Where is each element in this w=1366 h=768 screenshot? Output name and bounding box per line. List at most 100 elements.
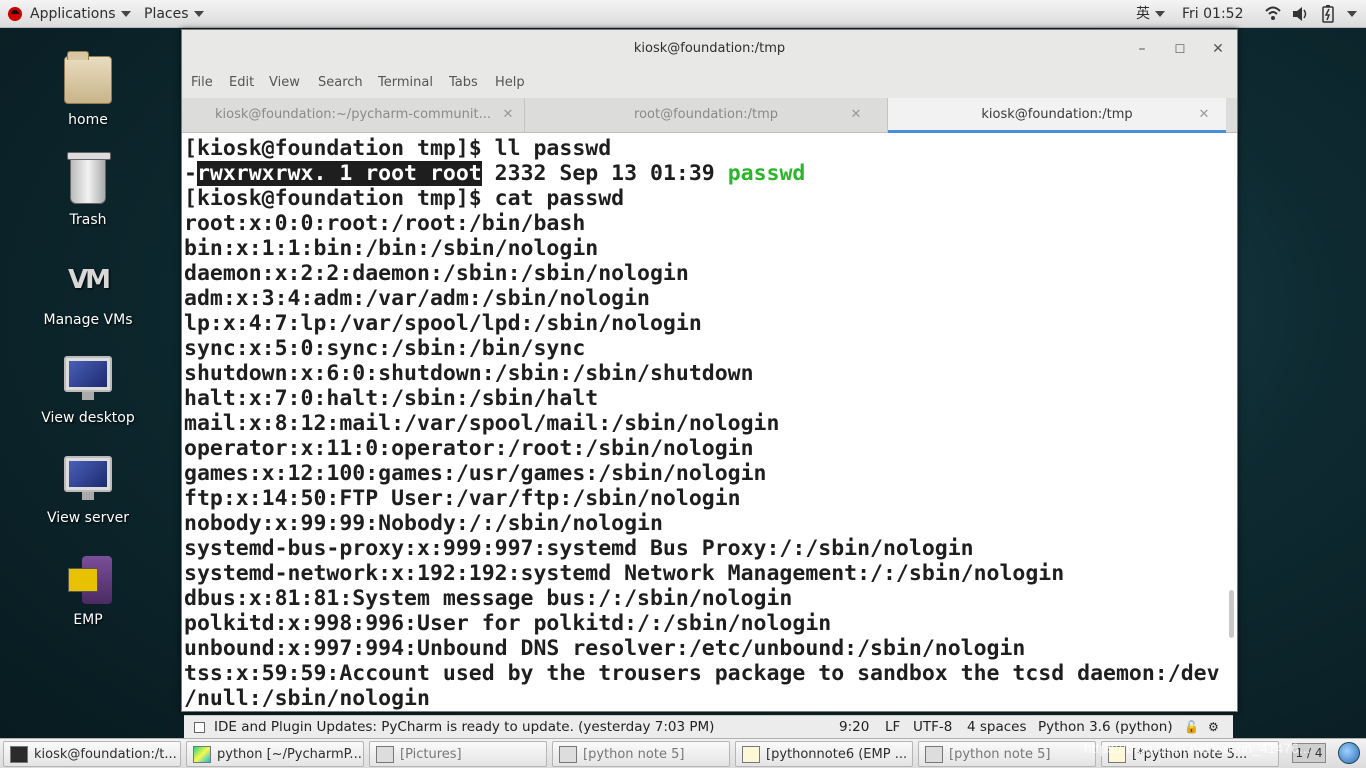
task-python-note-5[interactable]: [python note 5] [552,741,730,767]
desktop-icon-label: Trash [69,212,107,228]
volume-icon[interactable] [1292,0,1308,28]
task-pictures[interactable]: [Pictures] [369,741,547,767]
tab-close-icon[interactable]: ✕ [1195,98,1213,133]
terminal-line: root:x:0:0:root:/root:/bin/bash [184,211,586,236]
monitor-icon [64,456,112,500]
places-menu[interactable]: Places [144,0,204,28]
terminal-line: -rwxrwxrwx. 1 root root 2332 Sep 13 01:3… [184,161,1227,186]
menu-tabs[interactable]: Tabs [449,68,478,98]
cursor-position[interactable]: 9:20 [839,716,869,739]
desktop-icon-label: View server [47,510,129,526]
task-label: python [~/PycharmP... [217,747,362,762]
task-python-note-5b[interactable]: [python note 5] [918,741,1096,767]
input-method-label: 英 [1136,6,1150,22]
terminal-output[interactable]: [kiosk@foundation tmp]$ ll passwd -rwxrw… [182,134,1227,712]
terminal-window: kiosk@foundation:/tmp – ☐ ✕ File Edit Vi… [181,29,1238,712]
terminal-line: halt:x:7:0:halt:/sbin:/sbin/halt [184,386,599,411]
terminal-line: [kiosk@foundation tmp]$ cat passwd [184,186,625,211]
chevron-down-icon [120,11,131,17]
terminal-line: [kiosk@foundation tmp]$ ll passwd [184,136,612,161]
system-menu[interactable] [1342,0,1357,28]
update-notification[interactable]: IDE and Plugin Updates: PyCharm is ready… [214,716,714,739]
menu-file[interactable]: File [191,68,213,98]
terminal-line: dbus:x:81:81:System message bus:/:/sbin/… [184,586,793,611]
terminal-line: sync:x:5:0:sync:/sbin:/bin/sync [184,336,586,361]
window-titlebar[interactable]: kiosk@foundation:/tmp – ☐ ✕ [182,30,1237,68]
applications-menu[interactable]: Applications [8,0,131,28]
terminal-line: systemd-bus-proxy:x:999:997:systemd Bus … [184,536,974,561]
monitor-icon [64,356,112,400]
desktop-icon-trash[interactable]: Trash [38,152,138,228]
chevron-down-icon [1155,11,1165,17]
lock-icon[interactable]: 🔓 [1184,716,1199,739]
terminal-line: polkitd:x:998:996:User for polkitd:/:/sb… [184,611,832,636]
file-encoding[interactable]: UTF-8 [913,716,952,739]
close-icon[interactable]: ✕ [1203,30,1233,68]
clock[interactable]: Fri 01:52 [1182,0,1243,28]
terminal-line: operator:x:11:0:operator:/root:/sbin/nol… [184,436,754,461]
menu-view[interactable]: View [269,68,300,98]
task-label: [python note 5] [583,747,685,762]
terminal-line: shutdown:x:6:0:shutdown:/sbin:/sbin/shut… [184,361,754,386]
task-label: [Pictures] [400,747,462,762]
menu-search[interactable]: Search [318,68,363,98]
chevron-down-icon [1347,11,1357,17]
applications-label: Applications [30,6,116,22]
minimize-icon[interactable]: – [1127,30,1157,68]
terminal-line: ftp:x:14:50:FTP User:/var/ftp:/sbin/nolo… [184,486,741,511]
notification-icon[interactable] [1338,742,1360,764]
python-interpreter[interactable]: Python 3.6 (python) [1038,716,1173,739]
pycharm-icon [193,746,211,763]
inspector-icon[interactable]: ⚙ [1208,716,1219,739]
maximize-icon[interactable]: ☐ [1165,30,1195,68]
folder-icon [376,746,394,763]
task-pythonnote6[interactable]: [pythonnote6 (EMP ... [735,741,913,767]
menu-help[interactable]: Help [495,68,525,98]
tab-close-icon[interactable]: ✕ [499,98,517,133]
terminal-line: tss:x:59:59:Account used by the trousers… [184,661,1220,686]
tab-label: kiosk@foundation:~/pycharm-communit... [215,107,491,122]
terminal-line: /null:/sbin/nologin [184,686,430,711]
desktop-icon-label: View desktop [41,410,135,426]
tab-root-tmp[interactable]: root@foundation:/tmp [525,98,888,133]
task-pycharm[interactable]: python [~/PycharmP... [186,741,364,767]
terminal-icon [10,746,28,763]
battery-icon[interactable] [1321,0,1335,28]
task-label: kiosk@foundation:/t... [34,747,177,762]
top-panel: Applications Places 英 Fri 01:52 [0,0,1366,28]
terminal-line: games:x:12:100:games:/usr/games:/sbin/no… [184,461,767,486]
wifi-icon[interactable] [1265,0,1281,28]
places-label: Places [144,6,189,22]
desktop-icon-view-desktop[interactable]: View desktop [38,356,138,426]
desktop-icon-view-server[interactable]: View server [38,456,138,526]
desktop-icon-emp[interactable]: EMP [38,556,138,628]
emp-icon [68,556,112,604]
line-separator[interactable]: LF [885,716,900,739]
input-method-indicator[interactable]: 英 [1136,0,1165,28]
task-label: [python note 5] [949,747,1051,762]
terminal-scrollbar[interactable] [1229,590,1234,638]
folder-icon [559,746,577,763]
menu-edit[interactable]: Edit [229,68,254,98]
indent-setting[interactable]: 4 spaces [967,716,1027,739]
terminal-line: adm:x:3:4:adm:/var/adm:/sbin/nologin [184,286,650,311]
tab-label: kiosk@foundation:/tmp [981,107,1133,122]
menu-terminal[interactable]: Terminal [378,68,433,98]
status-toggle-icon[interactable] [194,722,205,733]
file-name: passwd [727,161,806,186]
desktop-icon-home[interactable]: home [38,51,138,128]
perm-dash: - [184,161,197,186]
desktop-icon-manage-vms[interactable]: VM Manage VMs [38,256,138,328]
chevron-down-icon [193,11,204,17]
tab-close-icon[interactable]: ✕ [847,98,865,133]
tab-kiosk-tmp[interactable]: kiosk@foundation:/tmp [888,98,1226,133]
terminal-line: bin:x:1:1:bin:/bin:/sbin/nologin [184,236,599,261]
document-icon [742,746,760,763]
menubar: File Edit View Search Terminal Tabs Help [182,68,1237,98]
terminal-line: systemd-network:x:192:192:systemd Networ… [184,561,1065,586]
desktop-icon-label: EMP [73,612,103,628]
task-terminal[interactable]: kiosk@foundation:/t... [3,741,181,767]
tab-bar: kiosk@foundation:~/pycharm-communit... ✕… [182,98,1237,133]
watermark: https://blog.csdn.net/weixin_41476... [1084,740,1311,756]
tab-pycharm-dir[interactable]: kiosk@foundation:~/pycharm-communit... [182,98,525,133]
